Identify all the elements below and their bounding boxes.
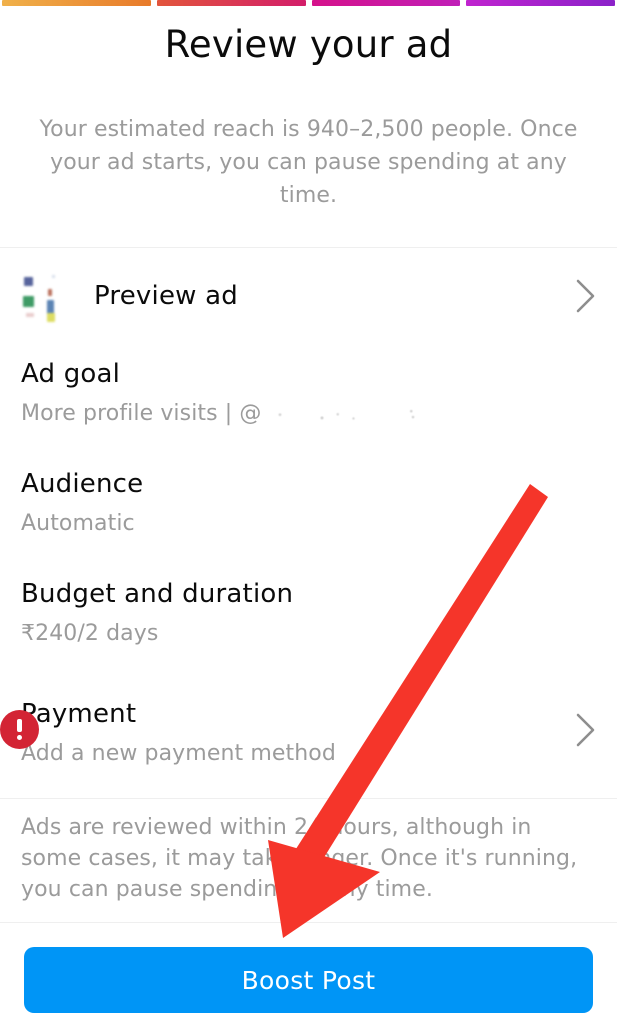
progress-segment-4 — [466, 0, 615, 6]
ad-goal-value: More profile visits | @ — [21, 400, 596, 428]
redacted-username — [265, 407, 441, 421]
boost-post-button[interactable]: Boost Post — [24, 947, 593, 1013]
preview-ad-label: Preview ad — [94, 281, 238, 311]
ad-goal-value-text: More profile visits | @ — [21, 401, 262, 426]
divider-cta — [0, 922, 617, 923]
ad-goal-heading: Ad goal — [21, 359, 121, 389]
section-payment[interactable]: Payment Add a new payment method — [21, 698, 596, 768]
payment-heading: Payment — [21, 699, 137, 729]
review-footnote: Ads are reviewed within 24 hours, althou… — [21, 815, 578, 902]
progress-segment-1 — [2, 0, 151, 6]
payment-value: Add a new payment method — [21, 741, 336, 766]
section-ad-goal[interactable]: Ad goal More profile visits | @ — [21, 358, 596, 428]
error-exclamation-icon[interactable] — [0, 710, 39, 749]
preview-ad-row[interactable]: Preview ad — [0, 258, 617, 334]
page-title: Review your ad — [164, 23, 453, 66]
page-subtitle: Your estimated reach is 940–2,500 people… — [39, 117, 578, 208]
chevron-right-icon — [575, 278, 597, 314]
review-your-ad-screen: Review your ad Your estimated reach is 9… — [0, 0, 617, 1024]
audience-value: Automatic — [21, 511, 135, 536]
divider-footnote — [0, 798, 617, 799]
ad-preview-thumbnail-icon — [18, 269, 72, 323]
progress-segment-3 — [311, 0, 461, 6]
section-budget-and-duration[interactable]: Budget and duration ₹240/2 days — [21, 578, 596, 648]
step-progress-bar — [0, 0, 617, 6]
audience-heading: Audience — [21, 469, 144, 499]
divider-top — [0, 247, 617, 248]
budget-value: ₹240/2 days — [21, 621, 159, 646]
progress-segment-2 — [156, 0, 306, 6]
budget-heading: Budget and duration — [21, 579, 294, 609]
section-audience[interactable]: Audience Automatic — [21, 468, 596, 538]
